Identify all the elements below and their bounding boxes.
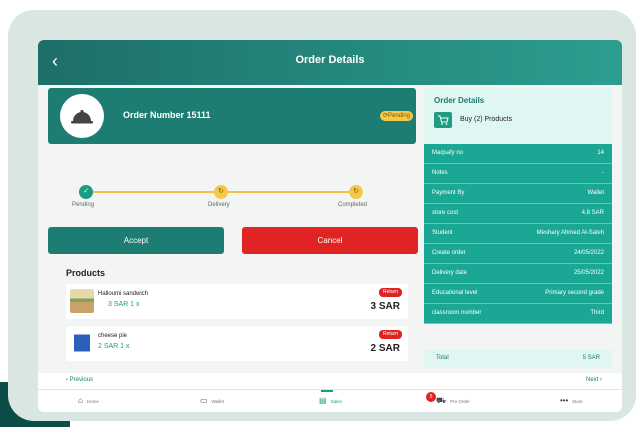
detail-value: - (602, 170, 604, 176)
cloche-icon (60, 94, 104, 138)
return-button[interactable]: Return (378, 288, 402, 297)
order-card: Order Number 15111 ⟳Pending (48, 88, 416, 144)
page-title: Order Details (295, 54, 365, 66)
detail-key: classroom number (432, 310, 482, 316)
detail-value: 4.8 SAR (581, 210, 604, 216)
nav-item-sales[interactable]: ▤ Sales (319, 396, 342, 405)
previous-button[interactable]: ‹ Previous (66, 377, 93, 383)
accept-button[interactable]: Accept (48, 227, 224, 254)
summary-title: Order Details (434, 96, 485, 105)
detail-key: Notes (432, 170, 448, 176)
product-image (74, 331, 90, 355)
products-title: Products (66, 268, 106, 278)
app-screen: ‹ Order Details Order Number 15111 ⟳Pend… (38, 40, 622, 412)
total-value: 5 SAR (582, 355, 600, 361)
product-total: 3 SAR (370, 301, 400, 312)
detail-value: 24/05/2022 (573, 250, 604, 256)
nav-item-pre-order[interactable]: ⛟ Pre Order (436, 396, 470, 406)
cart-label: Buy (2) Products (460, 116, 513, 123)
detail-value: Wallet (587, 190, 604, 196)
nav-item-home[interactable]: ⌂ Home (78, 396, 99, 405)
product-name: Halloumi sandwich (98, 291, 149, 297)
detail-row: Create order 24/05/2022 (424, 244, 612, 264)
cart-icon: ⛟ (436, 396, 447, 405)
detail-row: Student Meshary Ahmed Al-Saleh (424, 224, 612, 244)
detail-row: classroom number Third (424, 304, 612, 324)
detail-value: Meshary Ahmed Al-Saleh (536, 230, 604, 236)
detail-value: Third (590, 310, 604, 316)
nav-label: Home (86, 399, 99, 404)
nav-item-wallet[interactable]: ▭ Wallet (200, 396, 224, 405)
detail-key: Educational level (432, 290, 478, 296)
detail-value: 25/05/2022 (573, 270, 604, 276)
step-label-delivery: Delivery (208, 202, 230, 208)
pre-order-badge: 5 (426, 392, 436, 402)
detail-key: Student (432, 230, 453, 236)
check-icon: ✓ (79, 185, 93, 199)
product-price: 2 SAR 1 x (98, 343, 130, 350)
detail-key: Payment By (432, 190, 465, 196)
detail-row: Payment By Wallet (424, 184, 612, 204)
nav-label: Sales (330, 399, 342, 404)
detail-row: Maqsafy no 14 (424, 144, 612, 164)
detail-key: Delivery date (432, 270, 468, 276)
device-frame: ‹ Order Details Order Number 15111 ⟳Pend… (8, 10, 636, 421)
nav-label: Wallet (211, 399, 224, 404)
sales-icon: ▤ (319, 396, 327, 405)
detail-value: 14 (597, 150, 604, 156)
detail-key: store cost (432, 210, 459, 216)
refresh-icon: ↻ (214, 185, 228, 199)
total-label: Total (436, 355, 449, 361)
active-indicator (321, 390, 333, 392)
product-price: 3 SAR 1 x (108, 301, 140, 308)
nav-item-more[interactable]: ••• More (560, 396, 583, 405)
detail-key: Maqsafy no (432, 150, 464, 156)
cancel-button[interactable]: Cancel (242, 227, 418, 254)
pager: ‹ Previous Next › (38, 373, 622, 389)
nav-label: Pre Order (450, 399, 470, 404)
detail-row: Educational level Primary second grade (424, 284, 612, 304)
list-item[interactable]: cheese pie 2 SAR 1 x Return 2 SAR (66, 326, 408, 361)
wallet-icon: ▭ (200, 396, 208, 405)
summary-header: Order Details Buy (2) Products (424, 88, 612, 146)
more-icon: ••• (560, 396, 569, 405)
detail-row: Notes - (424, 164, 612, 184)
detail-row: Delivery date 25/05/2022 (424, 264, 612, 284)
list-item[interactable]: Halloumi sandwich 3 SAR 1 x Return 3 SAR (66, 284, 408, 319)
cart-icon (434, 112, 452, 128)
bottom-nav: ⌂ Home ▭ Wallet ▤ Sales 5 ⛟ Pre Order ••• Mor… (38, 389, 622, 412)
product-image (70, 289, 94, 313)
step-label-completed: Completed (338, 202, 368, 208)
step-label-pending: Pending (72, 202, 95, 208)
detail-value: Primary second grade (545, 290, 604, 296)
product-name: cheese pie (98, 333, 128, 339)
status-badge: ⟳Pending (380, 111, 414, 121)
product-total: 2 SAR (370, 343, 400, 354)
detail-key: Create order (432, 250, 466, 256)
next-button[interactable]: Next › (586, 377, 602, 383)
order-number: Order Number 15111 (123, 110, 211, 120)
top-bar: ‹ Order Details (38, 40, 622, 85)
refresh-icon: ↻ (349, 185, 363, 199)
return-button[interactable]: Return (378, 330, 402, 339)
details-table: Maqsafy no 14 Notes - Payment By Wallet sto… (424, 144, 612, 324)
home-icon: ⌂ (78, 396, 83, 405)
detail-row: store cost 4.8 SAR (424, 204, 612, 224)
total-row: Total 5 SAR (424, 350, 612, 368)
nav-label: More (572, 399, 583, 404)
